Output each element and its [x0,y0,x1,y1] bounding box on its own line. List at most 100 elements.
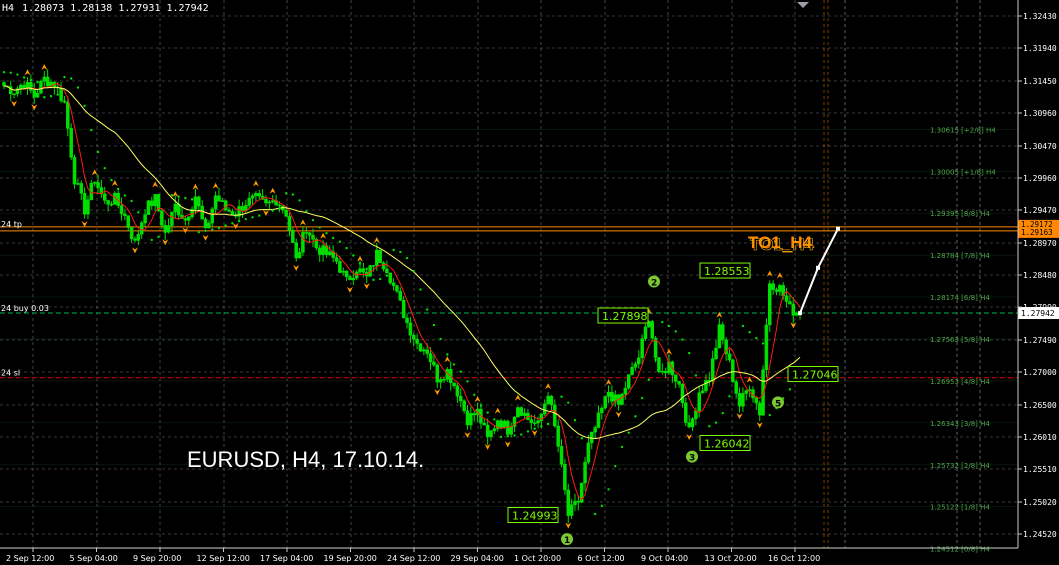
level-label: 1.24512 [0/8] H4 [930,546,990,554]
candle-body [334,257,339,262]
candle-body [160,210,164,226]
header-ohlc: 1.28073 1.28138 1.27931 1.27942 [22,3,209,14]
psar-dot [164,230,167,234]
psar-dot [372,278,375,282]
psar-dot [130,199,133,203]
candle-body [72,157,77,185]
candle-body [69,128,73,158]
psar-dot [103,166,106,170]
candle-body [731,359,735,382]
psar-dot [614,464,617,468]
candle-body [633,363,638,368]
psar-dot [607,488,610,491]
candle-body [422,349,426,352]
psar-dot [224,224,227,227]
candle-body [328,251,332,255]
psar-dot [788,388,792,391]
psar-dot [231,222,234,225]
psar-dot [473,393,476,397]
psar-dot [22,76,26,79]
forecast-node [816,265,820,270]
psar-dot [687,351,691,355]
order-label: 24 sl [1,369,20,378]
psar-dot [674,330,677,333]
candle-body [425,349,429,354]
candle-body [741,393,745,407]
candle-body [66,102,70,129]
psar-dot [580,437,583,440]
candle-body [223,200,228,211]
candle-body [45,76,50,87]
candle-body [92,182,97,184]
psar-dot [399,250,402,254]
candle-body [542,403,547,415]
candle-body [673,374,678,382]
candle-body [415,338,419,344]
x-tick-label: 5 Sep 04:00 [70,554,118,563]
level-label: 1.29395 [8/8] H4 [930,210,990,218]
psar-dot [271,209,274,212]
candle-body [435,364,440,383]
candle-body [459,396,463,402]
psar-dot [16,73,19,76]
psar-dot [331,236,335,240]
candle-body [684,402,688,423]
psar-dot [412,269,415,273]
candle-body [203,218,208,229]
candle-body [536,420,540,424]
candle-body [492,428,497,432]
candle-body [472,413,476,416]
psar-dot [29,78,33,82]
x-tick-label: 16 Oct 12:00 [768,554,820,563]
x-tick-label: 12 Sep 12:00 [197,554,250,563]
candle-body [754,397,759,404]
price-label-text: 1.26042 [704,437,750,450]
psar-dot [768,413,771,417]
y-tick-label: 1.30470 [1023,142,1057,151]
psar-dot [217,226,221,230]
candle-body [465,410,470,426]
y-tick-label: 1.31940 [1023,44,1057,53]
candle-body [25,82,30,88]
level-label: 1.25122 [1/8] H4 [930,504,990,512]
candle-body [42,76,47,82]
candle-body [247,197,251,206]
candle-body [553,404,557,427]
psar-dot [593,512,597,516]
candle-body [391,282,396,286]
candle-body [590,431,594,444]
candle-body [291,229,295,243]
x-tick-label: 24 Sep 12:00 [387,554,440,563]
candle-body [129,227,134,240]
candle-body [428,353,433,363]
y-tick-label: 1.28480 [1023,271,1057,280]
psar-dot [600,504,604,508]
psar-dot [352,254,355,257]
psar-dot [170,193,174,197]
candle-body [35,92,40,98]
overlay-title: EURUSD, H4, 17.10.14. [187,447,424,472]
candle-body [791,303,796,316]
psar-dot [661,320,664,324]
candle-body [418,343,423,352]
psar-dot [110,178,113,182]
level-label: 1.28784 [7/8] H4 [930,252,990,260]
candle-body [573,500,577,505]
candle-body [153,194,157,207]
candle-body [307,232,312,236]
candle-body [220,200,225,202]
candle-body [432,361,436,366]
price-chart[interactable]: 1.30615 [+2/8] H4 1.30005 [+1/8] H4 1.2939… [0,0,1059,565]
candle-body [217,195,221,202]
candle-body [539,413,544,421]
candle-body [502,420,507,428]
candle-body [361,268,366,273]
forecast-node [836,226,840,231]
psar-dot [721,411,724,415]
candle-body [623,387,628,395]
x-tick-label: 9 Oct 04:00 [641,554,688,563]
candle-body [405,317,409,324]
candle-body [76,183,80,185]
y-tick-label: 1.27000 [1023,368,1057,377]
psar-dot [654,358,657,361]
